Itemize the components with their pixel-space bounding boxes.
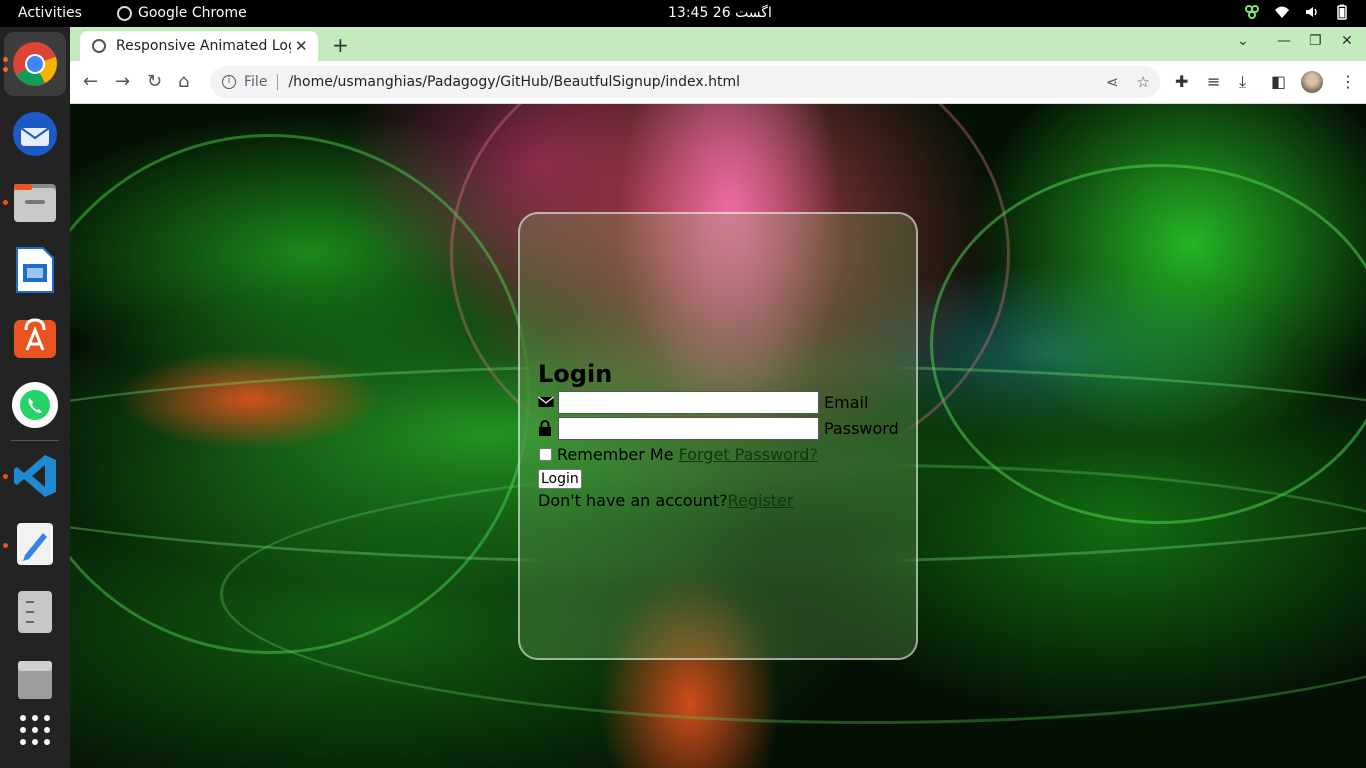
email-input[interactable] <box>558 390 819 414</box>
tab-search-chevron-icon[interactable]: ⌄ <box>1237 33 1249 49</box>
app-menu[interactable]: Google Chrome <box>117 5 247 21</box>
dock-whatsapp[interactable] <box>10 380 60 430</box>
email-row: Email <box>538 389 908 415</box>
vscode-icon <box>14 455 56 497</box>
drive-icon <box>18 661 52 699</box>
tab-active[interactable]: Responsive Animated Login Form ✕ <box>80 31 318 61</box>
share-icon[interactable]: ⋖ <box>1106 73 1119 91</box>
running-indicator <box>3 543 8 548</box>
files-icon <box>14 184 56 222</box>
dock-archive-manager[interactable] <box>10 587 60 637</box>
address-bar[interactable]: i File /home/usmanghias/Padagogy/GitHub/… <box>210 66 1160 98</box>
extensions-icon[interactable]: ✚ <box>1175 72 1188 91</box>
top-bar: Activities Google Chrome 13:45 26 اگست <box>0 0 1366 27</box>
download-icon[interactable]: ⤓ <box>1239 72 1246 92</box>
remember-label: Remember Me <box>557 444 674 464</box>
reload-button[interactable]: ↻ <box>147 71 162 92</box>
dock-ssd-drive[interactable] <box>10 655 60 705</box>
activities-button[interactable]: Activities <box>18 5 82 21</box>
app-center-icon <box>14 318 56 358</box>
browser-window: Responsive Animated Login Form ✕ + ⌄ — ❐… <box>70 27 1366 768</box>
envelope-icon <box>538 394 554 410</box>
back-button[interactable]: ← <box>83 71 98 92</box>
network-icon <box>1244 4 1260 20</box>
archive-icon <box>18 591 52 633</box>
login-card: Login Email Password Remember Me Forget … <box>518 212 918 660</box>
clock[interactable]: 13:45 26 اگست <box>668 5 772 21</box>
dock-vscode[interactable] <box>10 451 60 501</box>
side-panel-icon[interactable]: ◧ <box>1271 72 1286 91</box>
dock-separator <box>11 440 59 441</box>
lock-icon <box>538 420 554 436</box>
minimize-button[interactable]: — <box>1277 33 1291 49</box>
tab-strip: Responsive Animated Login Form ✕ + ⌄ — ❐… <box>70 27 1366 61</box>
scheme-label: File <box>244 74 279 90</box>
forgot-password-link[interactable]: Forget Password? <box>679 445 818 464</box>
password-label: Password <box>824 418 899 438</box>
login-form: Login Email Password Remember Me Forget … <box>538 359 908 510</box>
app-name: Google Chrome <box>138 5 247 21</box>
window-close-button[interactable]: ✕ <box>1341 33 1353 49</box>
url-text[interactable]: /home/usmanghias/Padagogy/GitHub/Beautfu… <box>288 74 740 90</box>
text-editor-icon <box>17 523 53 565</box>
show-apps-button[interactable] <box>10 705 60 755</box>
thunderbird-icon <box>13 112 57 156</box>
menu-kebab-icon[interactable]: ⋮ <box>1340 72 1356 91</box>
new-tab-button[interactable]: + <box>332 33 349 57</box>
login-button[interactable]: Login <box>538 469 582 489</box>
running-indicator <box>3 200 8 205</box>
profile-avatar[interactable] <box>1301 71 1323 93</box>
dock-app-center[interactable] <box>10 312 60 362</box>
chrome-icon <box>13 42 57 86</box>
bookmark-star-icon[interactable]: ☆ <box>1137 73 1150 91</box>
system-tray[interactable] <box>1244 4 1350 20</box>
impress-icon <box>16 247 54 293</box>
browser-toolbar: ← → ↻ ⌂ i File /home/usmanghias/Padagogy… <box>70 61 1366 104</box>
dock <box>0 27 70 768</box>
remember-row: Remember Me Forget Password? <box>538 441 908 467</box>
dock-chrome[interactable] <box>4 32 66 96</box>
dock-text-editor[interactable] <box>10 519 60 569</box>
home-button[interactable]: ⌂ <box>178 71 189 92</box>
login-title: Login <box>538 360 613 388</box>
password-input[interactable] <box>558 416 819 440</box>
register-link[interactable]: Register <box>728 491 794 510</box>
running-indicator <box>3 474 8 479</box>
dock-thunderbird[interactable] <box>10 109 60 159</box>
whatsapp-icon <box>12 382 58 428</box>
dock-files[interactable] <box>10 177 60 227</box>
media-icon[interactable]: ≡ <box>1207 72 1220 91</box>
register-row: Don't have an account?Register <box>538 491 908 510</box>
grid-icon <box>20 715 50 745</box>
volume-icon <box>1304 4 1320 20</box>
close-icon[interactable]: ✕ <box>295 37 308 55</box>
dock-impress[interactable] <box>10 245 60 295</box>
no-account-text: Don't have an account? <box>538 491 728 510</box>
page-viewport: Login Email Password Remember Me Forget … <box>70 104 1366 768</box>
restore-button[interactable]: ❐ <box>1309 33 1322 49</box>
globe-icon <box>92 39 106 53</box>
email-label: Email <box>824 392 869 412</box>
forward-button[interactable]: → <box>115 71 130 92</box>
password-row: Password <box>538 415 908 441</box>
remember-checkbox[interactable] <box>539 447 552 461</box>
wifi-icon <box>1274 4 1290 20</box>
info-icon[interactable]: i <box>222 75 236 89</box>
tab-title: Responsive Animated Login Form <box>116 38 291 54</box>
chrome-icon <box>117 5 132 21</box>
battery-icon <box>1334 4 1350 20</box>
